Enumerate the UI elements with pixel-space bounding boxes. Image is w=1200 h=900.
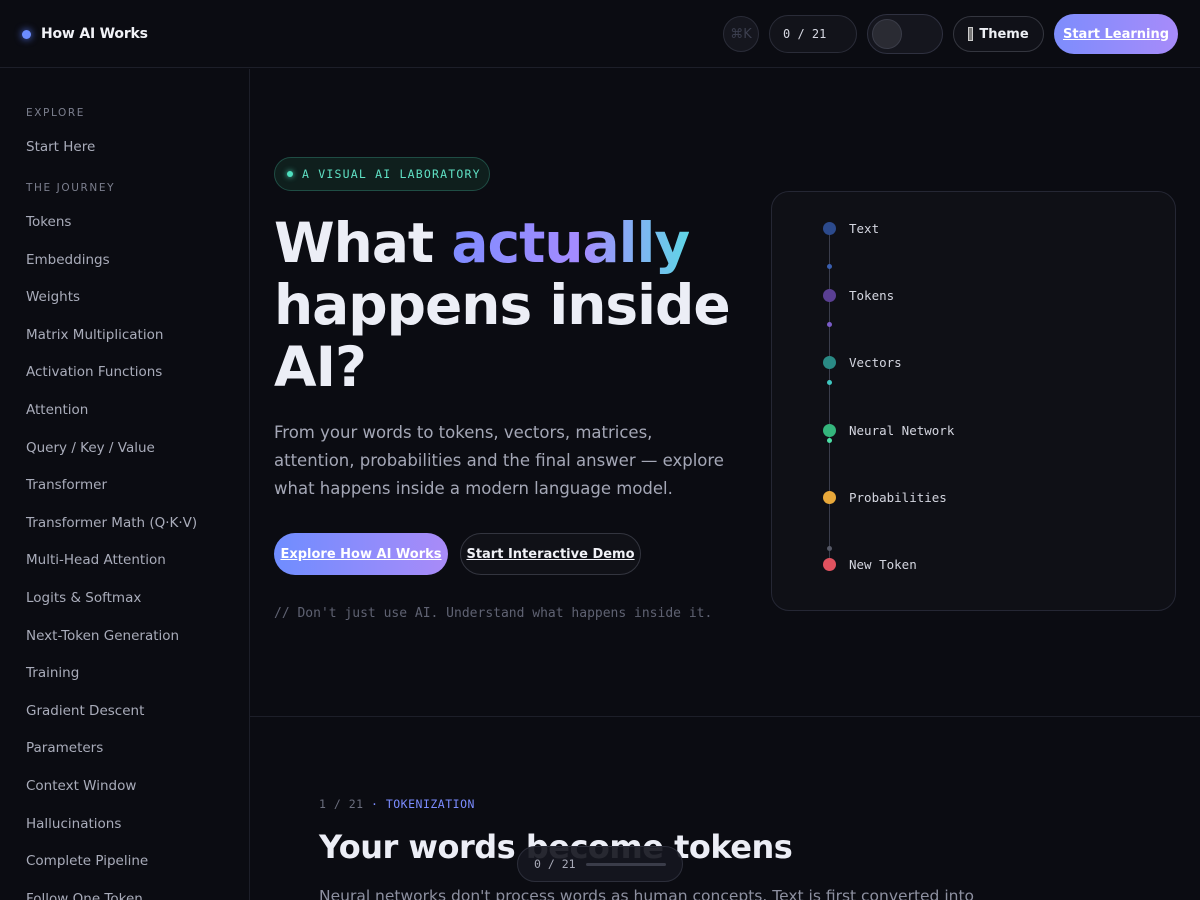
sidebar-item[interactable]: Matrix Multiplication — [26, 327, 163, 343]
hero-tagline: // Don't just use AI. Understand what ha… — [274, 606, 713, 621]
theme-button[interactable]: Theme — [953, 16, 1044, 52]
pipeline-card: Text Tokens Vectors Neural Network Probabili… — [771, 191, 1176, 611]
section-topic: TOKENIZATION — [385, 797, 475, 811]
section-step: 1 / 21 — [319, 797, 364, 811]
theme-icon — [968, 27, 974, 41]
sidebar-item[interactable]: Gradient Descent — [26, 703, 144, 719]
pipeline-stage-label: New Token — [849, 557, 917, 572]
explore-button[interactable]: Explore How AI Works — [274, 533, 448, 575]
pipeline-pulse-dot — [827, 264, 832, 269]
pipeline-node-icon — [823, 289, 836, 302]
pipeline-stage-label: Text — [849, 221, 880, 236]
sidebar: EXPLORE Start Here THE JOURNEY Tokens Emb… — [0, 69, 250, 900]
sidebar-item[interactable]: Tokens — [26, 214, 71, 230]
pipeline-stage-label: Neural Network — [849, 423, 955, 438]
pipeline-node-icon — [823, 356, 836, 369]
hero-badge: A VISUAL AI LABORATORY — [274, 157, 490, 191]
hero-title: What actually happens inside AI? — [274, 212, 744, 398]
pipeline-node-icon — [823, 558, 836, 571]
pipeline-node-icon — [823, 491, 836, 504]
sidebar-item[interactable]: Parameters — [26, 740, 103, 756]
start-learning-button[interactable]: Start Learning — [1054, 14, 1178, 54]
sidebar-item[interactable]: Weights — [26, 289, 80, 305]
sidebar-item[interactable]: Next-Token Generation — [26, 628, 179, 644]
floating-progress[interactable]: 0 / 21 — [517, 846, 683, 882]
pipeline-stage-label: Tokens — [849, 288, 895, 303]
brand-dot-icon — [22, 29, 31, 39]
sidebar-heading-journey: THE JOURNEY — [26, 182, 116, 194]
top-bar: How AI Works ⌘K 0 / 21 Theme Start Learn… — [0, 0, 1200, 68]
hero-title-highlight: actually — [451, 211, 690, 275]
section-body: Neural networks don't process words as h… — [319, 887, 975, 900]
pipeline-pulse-dot — [827, 322, 832, 327]
sidebar-heading-explore: EXPLORE — [26, 107, 86, 119]
sidebar-item[interactable]: Activation Functions — [26, 364, 162, 380]
pipeline-node-icon — [823, 222, 836, 235]
brand-name: How AI Works — [41, 26, 148, 42]
pipeline-stage-label: Probabilities — [849, 490, 947, 505]
theme-label: Theme — [979, 26, 1029, 42]
sidebar-item[interactable]: Query / Key / Value — [26, 440, 155, 456]
floating-progress-text: 0 / 21 — [534, 857, 576, 871]
badge-label: A VISUAL AI LABORATORY — [302, 167, 481, 181]
hero-title-part2: happens inside AI? — [274, 273, 731, 399]
sidebar-item[interactable]: Complete Pipeline — [26, 853, 148, 869]
mode-toggle[interactable] — [867, 14, 943, 54]
section-divider — [250, 716, 1200, 717]
interactive-demo-button[interactable]: Start Interactive Demo — [460, 533, 641, 575]
sidebar-item[interactable]: Transformer — [26, 477, 107, 493]
command-palette-button[interactable]: ⌘K — [723, 16, 759, 52]
sidebar-item[interactable]: Context Window — [26, 778, 136, 794]
sidebar-item[interactable]: Transformer Math (Q·K·V) — [26, 515, 197, 531]
section-separator: · — [363, 797, 386, 811]
sidebar-item[interactable]: Follow One Token — [26, 891, 143, 900]
sidebar-item-start-here[interactable]: Start Here — [26, 139, 95, 155]
section-kicker: 1 / 21 · TOKENIZATION — [319, 797, 475, 811]
hero-subtitle: From your words to tokens, vectors, matr… — [274, 423, 724, 498]
pipeline-connector — [829, 232, 830, 562]
sidebar-item[interactable]: Training — [26, 665, 79, 681]
sidebar-item[interactable]: Multi-Head Attention — [26, 552, 166, 568]
sidebar-item[interactable]: Attention — [26, 402, 88, 418]
floating-progress-track — [585, 862, 666, 866]
pipeline-pulse-dot — [827, 438, 832, 443]
pipeline-pulse-dot — [827, 380, 832, 385]
sidebar-item[interactable]: Embeddings — [26, 252, 110, 268]
sidebar-item[interactable]: Logits & Softmax — [26, 590, 141, 606]
toggle-knob — [872, 19, 902, 49]
pipeline-node-icon — [823, 424, 836, 437]
sidebar-item[interactable]: Hallucinations — [26, 816, 121, 832]
badge-dot-icon — [287, 171, 293, 177]
progress-indicator: 0 / 21 — [769, 15, 857, 53]
pipeline-stage-label: Vectors — [849, 355, 902, 370]
hero-title-part1: What — [274, 211, 452, 275]
pipeline-pulse-dot — [827, 546, 832, 551]
brand[interactable]: How AI Works — [22, 24, 148, 44]
